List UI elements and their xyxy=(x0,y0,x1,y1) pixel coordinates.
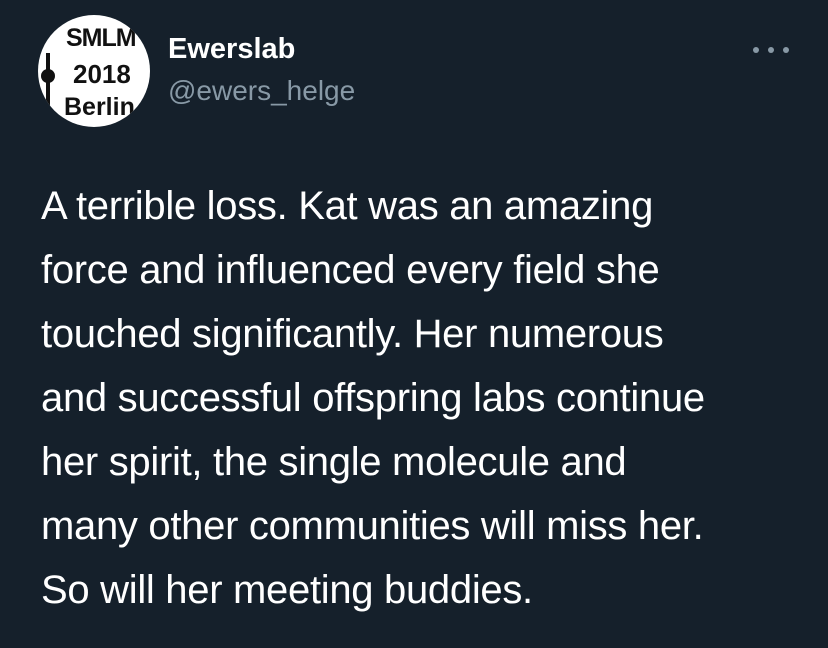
avatar-text-line-1: SMLM xyxy=(66,24,137,52)
tv-tower-icon xyxy=(41,53,55,127)
more-options-icon[interactable] xyxy=(753,38,789,62)
tweet-text-line: touched significantly. Her numerous xyxy=(41,312,664,356)
author-handle[interactable]: @ewers_helge xyxy=(168,75,355,107)
tweet-text-line: and successful offspring labs continue xyxy=(41,376,705,420)
more-dot xyxy=(783,47,789,53)
avatar-text-line-2: 2018 xyxy=(73,59,131,89)
tweet-text-line: So will her meeting buddies. xyxy=(41,568,533,612)
tower-sphere xyxy=(41,69,55,83)
tweet-text-line: her spirit, the single molecule and xyxy=(41,440,627,484)
tweet-text: A terrible loss. Kat was an amazing forc… xyxy=(41,180,811,628)
tweet-text-line: force and influenced every field she xyxy=(41,248,660,292)
tweet-card: SMLM 2018 Berlin Ewerslab @ewers_helge A… xyxy=(0,0,828,648)
more-dot xyxy=(753,47,759,53)
tower-mast xyxy=(46,53,50,127)
more-dot xyxy=(768,47,774,53)
author-display-name[interactable]: Ewerslab xyxy=(168,33,295,66)
avatar[interactable]: SMLM 2018 Berlin xyxy=(38,15,150,127)
tweet-text-line: many other communities will miss her. xyxy=(41,504,704,548)
avatar-text-line-3: Berlin xyxy=(64,93,135,121)
tweet-text-line: A terrible loss. Kat was an amazing xyxy=(41,184,654,228)
